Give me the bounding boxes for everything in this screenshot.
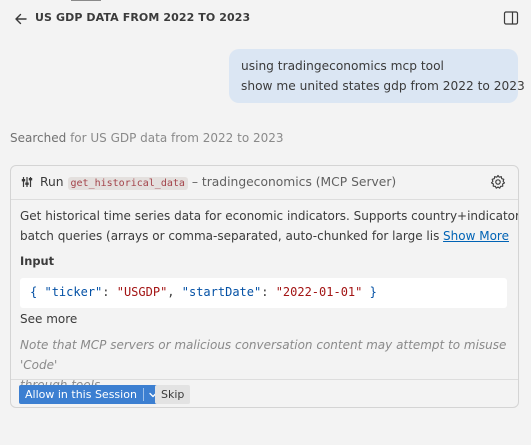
see-more-link[interactable]: See more — [20, 312, 77, 326]
arrow-left-icon[interactable] — [12, 10, 30, 28]
tool-confirmation-card: Run get_historical_data – tradingeconomi… — [10, 165, 519, 408]
json-value-startdate: "2022-01-01" — [275, 285, 363, 299]
input-json: { "ticker": "USGDP", "startDate": "2022-… — [30, 285, 377, 299]
skip-button[interactable]: Skip — [155, 385, 191, 404]
user-message-line-1: using tradingeconomics mcp tool — [241, 59, 444, 73]
user-message-line-2: show me united states gdp from 2022 to 2… — [241, 79, 525, 93]
search-status-verb: Searched — [10, 131, 67, 145]
input-label: Input — [20, 254, 55, 268]
tool-card-header: Run get_historical_data – tradingeconomi… — [11, 166, 518, 200]
tool-icon — [21, 177, 33, 187]
search-status[interactable]: Searched for US GDP data from 2022 to 20… — [10, 131, 284, 145]
search-status-detail: for US GDP data from 2022 to 2023 — [70, 131, 284, 145]
allow-button-label: Allow in this Session — [25, 388, 137, 401]
gear-icon[interactable] — [490, 174, 506, 190]
tool-card-actions: Allow in this Session Skip — [11, 379, 518, 407]
user-message-bubble: using tradingeconomics mcp tool show me … — [229, 49, 525, 103]
json-value-ticker: "USGDP" — [116, 285, 168, 299]
page-title: US GDP DATA FROM 2022 TO 2023 — [35, 11, 251, 24]
json-open-brace: { — [30, 285, 38, 299]
show-more-link[interactable]: Show More — [439, 229, 509, 243]
split-panel-icon[interactable] — [503, 10, 519, 26]
tool-server-name: – tradingeconomics (MCP Server) — [191, 175, 397, 189]
allow-in-session-button[interactable]: Allow in this Session — [19, 385, 162, 404]
json-close-brace: } — [369, 285, 377, 299]
tool-description-line-2: batch queries (arrays or comma-separated… — [20, 229, 455, 243]
run-word: Run — [40, 175, 64, 189]
input-code-block: { "ticker": "USGDP", "startDate": "2022-… — [20, 278, 507, 308]
json-key-ticker: "ticker" — [44, 285, 103, 299]
security-note-line-1: Note that MCP servers or malicious conve… — [20, 338, 507, 372]
chat-header: US GDP DATA FROM 2022 TO 2023 — [0, 0, 531, 38]
tool-name-chip: get_historical_data — [67, 177, 188, 190]
json-key-startdate: "startDate" — [181, 285, 262, 299]
tool-description-line-1: Get historical time series data for econ… — [20, 209, 519, 223]
tool-run-label: Run get_historical_data – tradingeconomi… — [40, 175, 397, 190]
